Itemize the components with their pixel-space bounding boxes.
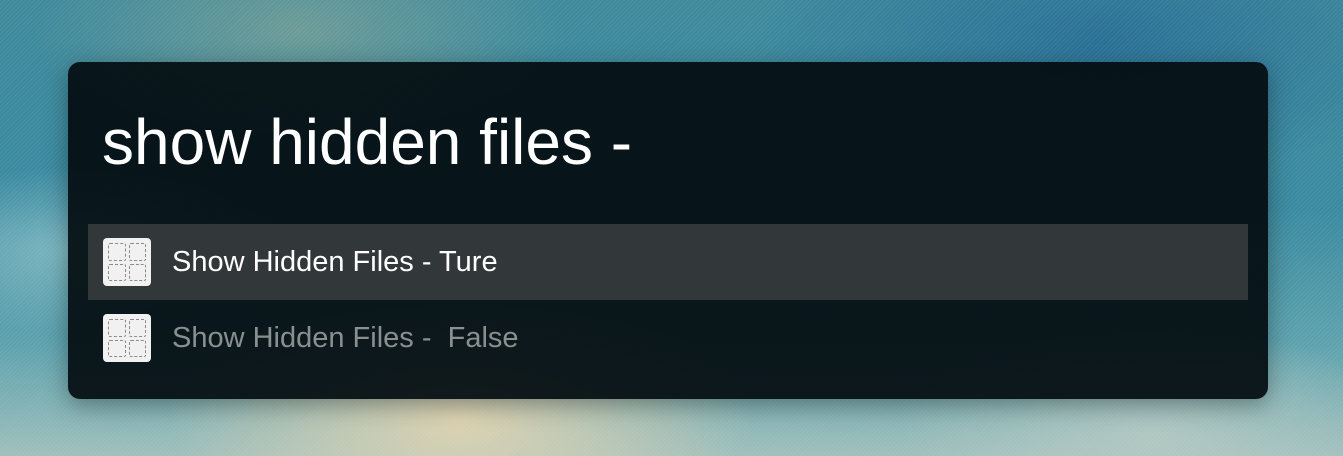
result-title: Show Hidden Files - Ture	[172, 245, 498, 278]
launcher-panel: Show Hidden Files - Ture Show Hidden Fil…	[68, 62, 1268, 399]
grid-tile-icon	[103, 238, 151, 286]
result-item-show-hidden-true[interactable]: Show Hidden Files - Ture	[88, 224, 1248, 300]
results-list: Show Hidden Files - Ture Show Hidden Fil…	[88, 224, 1248, 376]
grid-tile-icon	[103, 314, 151, 362]
result-item-show-hidden-false[interactable]: Show Hidden Files - False	[88, 300, 1248, 376]
search-query-input[interactable]	[102, 102, 1222, 182]
result-title: Show Hidden Files - False	[172, 321, 519, 354]
